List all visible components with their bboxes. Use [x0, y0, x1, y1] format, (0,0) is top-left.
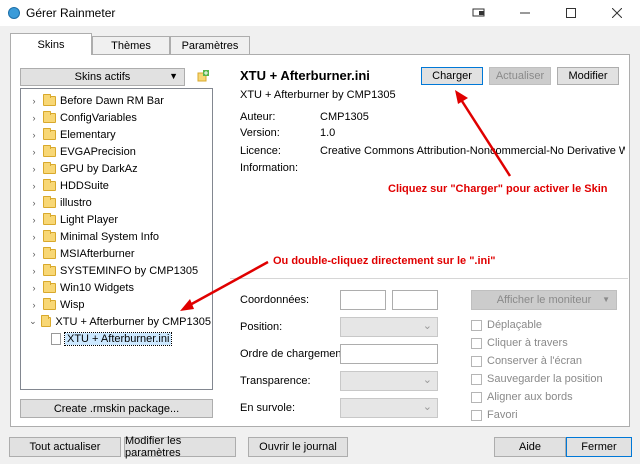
refresh-all-button[interactable]: Tout actualiser: [9, 437, 121, 457]
edit-settings-button[interactable]: Modifier les paramètres: [124, 435, 236, 459]
load-hint-arrow: [458, 97, 512, 177]
open-log-button[interactable]: Ouvrir le journal: [248, 437, 348, 457]
help-button[interactable]: Aide: [494, 437, 566, 457]
dblclick-hint-arrowhead: [180, 299, 194, 311]
annotation-arrows: [180, 90, 512, 311]
load-hint-annotation: Cliquez sur "Charger" pour activer le Sk…: [388, 183, 608, 195]
tab-skins[interactable]: Skins: [10, 33, 92, 55]
close-button[interactable]: Fermer: [566, 437, 632, 457]
dblclick-hint-arrow: [187, 260, 269, 308]
dblclick-hint-annotation: Ou double-cliquez directement sur le ".i…: [273, 255, 496, 267]
